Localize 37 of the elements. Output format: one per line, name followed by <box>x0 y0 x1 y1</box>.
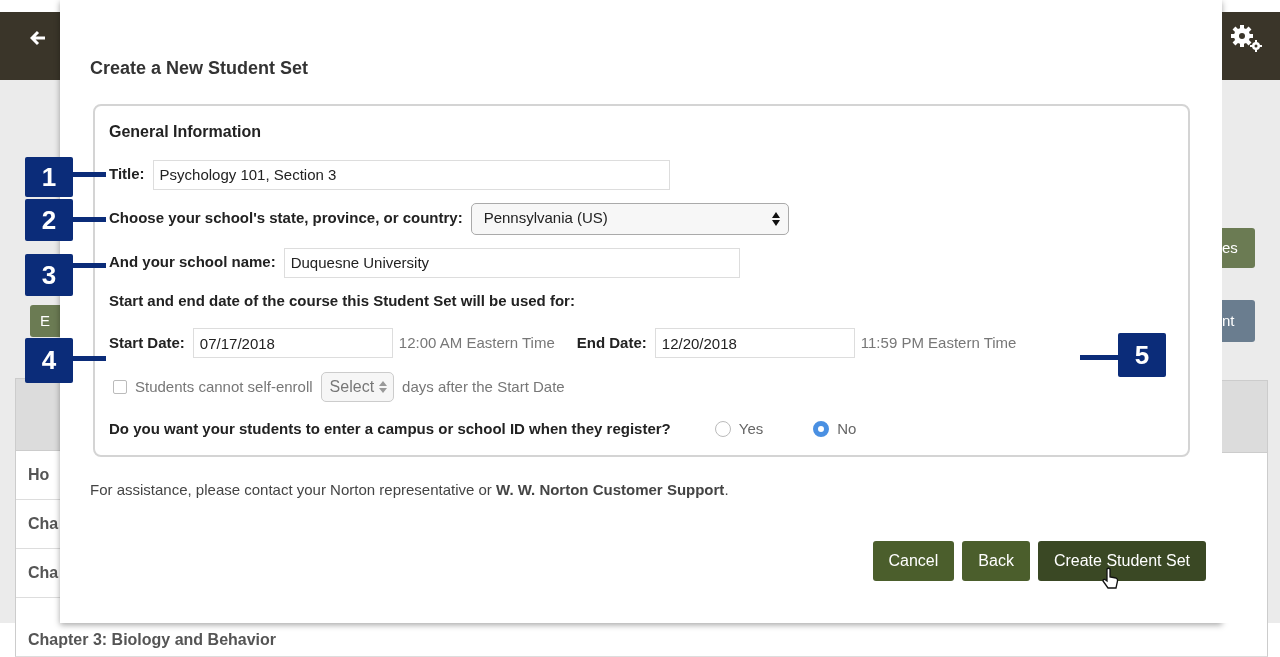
back-arrow-icon[interactable] <box>30 30 46 46</box>
dialog-button[interactable]: Cancel <box>872 541 955 582</box>
date-field[interactable]: 07/17/2018 <box>192 328 393 359</box>
settings-icon[interactable] <box>1228 23 1264 53</box>
callout-number: 2 <box>25 199 73 241</box>
callout-number: 4 <box>25 338 73 383</box>
dropdown[interactable]: Pennsylvania (US) <box>470 202 789 235</box>
callout-number: 5 <box>1118 333 1166 377</box>
dates-heading: Start and end date of the course this Student Set will be used for: <box>109 290 576 311</box>
dialog-title: Create a New Student Set <box>90 58 310 80</box>
help-text: For assistance, please contact your Norton representative or W. W. Norton Customer Support. <box>90 479 730 500</box>
updown-arrows-icon <box>771 211 780 226</box>
text-field[interactable]: Duquesne University <box>283 247 740 278</box>
field-label: Title: <box>109 164 145 185</box>
time-zone-text: 12:00 AM Eastern Time <box>398 332 555 353</box>
field-label: And your school name: <box>109 252 276 273</box>
callout-number: 3 <box>25 254 73 296</box>
page-button[interactable]: nt <box>1222 300 1255 342</box>
section-title: General Information <box>109 121 263 142</box>
field-label: Choose your school's state, province, or country: <box>109 208 463 229</box>
date-field[interactable]: 12/20/2018 <box>654 328 855 359</box>
text-field[interactable]: Psychology 101, Section 3 <box>152 159 670 190</box>
suffix-text: days after the Start Date <box>402 376 565 397</box>
export-button[interactable]: E <box>30 305 60 337</box>
radio-option[interactable]: No <box>813 418 857 441</box>
updown-arrows-icon <box>379 381 388 394</box>
radio-option[interactable]: Yes <box>714 418 764 441</box>
time-zone-text: 11:59 PM Eastern Time <box>860 332 1017 353</box>
date-label: End Date: <box>576 332 647 353</box>
callout-number: 1 <box>25 157 73 197</box>
hand-cursor-icon <box>1101 567 1120 592</box>
question-text: Do you want your students to enter a campus or school ID when they register? <box>109 419 671 440</box>
page-button[interactable]: es <box>1222 228 1255 268</box>
date-label: Start Date: <box>109 332 185 353</box>
checkbox-label: Students cannot self-enroll <box>135 376 313 397</box>
dialog-button[interactable]: Back <box>962 541 1030 582</box>
table-row-title: Chapter 3: Biology and Behavior <box>15 623 1268 657</box>
